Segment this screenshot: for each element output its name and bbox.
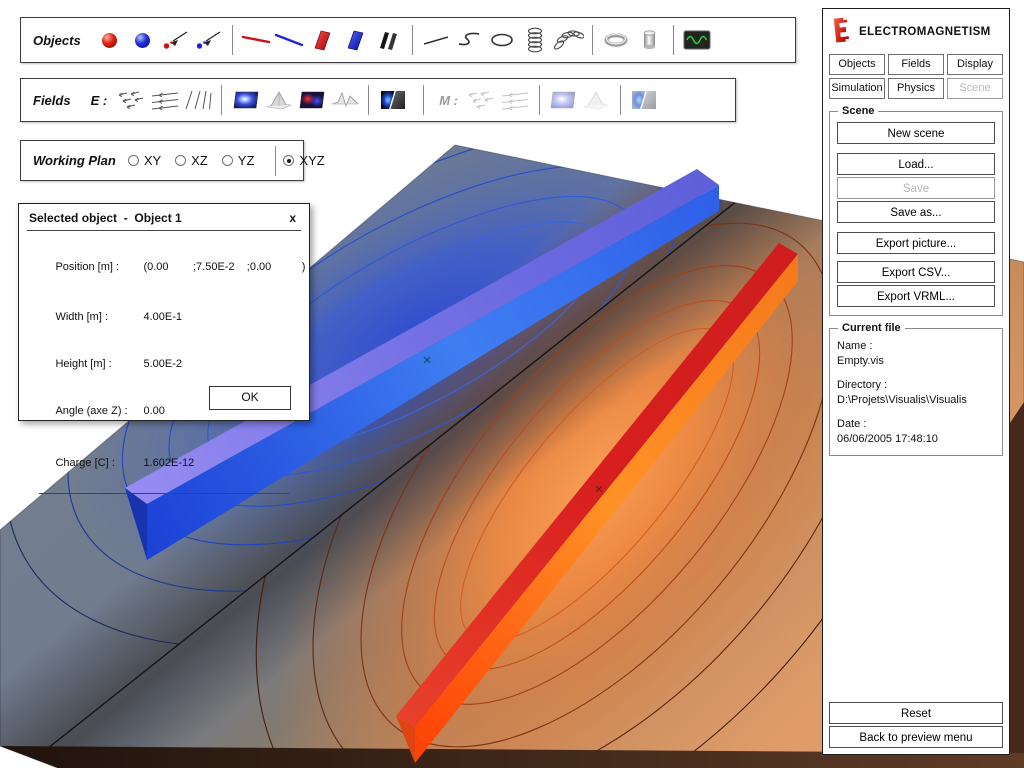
nav-simulation-button[interactable]: Simulation: [829, 78, 885, 99]
radio-xz-label: XZ: [191, 153, 208, 168]
cylinder-icon[interactable]: [633, 26, 666, 54]
export-picture-button[interactable]: Export picture...: [837, 232, 995, 254]
e-field-line-arrows-icon[interactable]: [148, 86, 181, 114]
scene-group-title: Scene: [838, 105, 878, 117]
m-potential-map-icon[interactable]: [547, 86, 580, 114]
m-field-line-arrows-icon[interactable]: [499, 86, 532, 114]
position-label: Position [m] :: [55, 261, 143, 273]
position-row: Position [m] :(0.00 ;7.50E-2 ;0.00 ): [31, 249, 297, 285]
app-title: ELECTROMAGNETISM: [859, 26, 991, 38]
working-plan-option-xz[interactable]: XZ: [175, 153, 208, 168]
height-value: 5.00E-2: [143, 358, 182, 370]
m-vector-arrows-icon[interactable]: [466, 86, 499, 114]
red-sphere-icon[interactable]: [93, 26, 126, 54]
e-field-label: E :: [83, 93, 116, 108]
angle-label: Angle (axe Z) :: [55, 405, 143, 417]
blue-sphere-icon[interactable]: [126, 26, 159, 54]
e-vector-arrows-icon[interactable]: [115, 86, 148, 114]
radio-xy-icon[interactable]: [128, 155, 139, 166]
file-name-label: Name :: [837, 339, 995, 354]
charge-label: Charge [C] :: [55, 457, 143, 469]
radio-xyz-icon[interactable]: [283, 155, 294, 166]
radio-xy-label: XY: [144, 153, 161, 168]
height-label: Height [m] :: [55, 358, 143, 370]
red-moving-charge-icon[interactable]: [159, 26, 192, 54]
curved-solenoid-icon[interactable]: [552, 26, 585, 54]
current-file-title: Current file: [838, 322, 905, 334]
nav-fields-button[interactable]: Fields: [888, 54, 944, 75]
charge-value: 1.602E-12: [143, 457, 194, 469]
dialog-title: Selected object - Object 1: [29, 211, 286, 225]
oscilloscope-icon[interactable]: [681, 26, 714, 54]
file-date-value: 06/06/2005 17:48:10: [837, 432, 995, 447]
angle-value: 0.00: [143, 405, 164, 417]
working-plan-bar: Working Plan XY XZ YZ XYZ: [20, 140, 304, 181]
sidebar-nav: Objects Fields Display Simulation Physic…: [823, 50, 1009, 99]
dialog-divider-bottom: [39, 493, 289, 494]
fields-toolbar: Fields E : M :: [20, 78, 736, 122]
radio-yz-icon[interactable]: [222, 155, 233, 166]
width-value: 4.00E-1: [143, 311, 182, 323]
working-plan-option-xy[interactable]: XY: [128, 153, 161, 168]
charge-row: Charge [C] :1.602E-12: [31, 445, 297, 481]
m-potential-surface-icon[interactable]: [580, 86, 613, 114]
load-button[interactable]: Load...: [837, 153, 995, 175]
e-mixed-view-icon[interactable]: [376, 86, 409, 114]
current-file-group: Current file Name : Empty.vis Directory …: [829, 328, 1003, 456]
objects-toolbar: Objects: [20, 17, 796, 63]
back-to-preview-menu-button[interactable]: Back to preview menu: [829, 726, 1003, 748]
ok-button[interactable]: OK: [209, 386, 291, 410]
nav-display-button[interactable]: Display: [947, 54, 1003, 75]
current-loop-icon[interactable]: [486, 26, 519, 54]
nav-scene-button: Scene: [947, 78, 1003, 99]
e-field-lines-icon[interactable]: [181, 86, 214, 114]
fields-toolbar-label: Fields: [21, 93, 83, 108]
nav-physics-button[interactable]: Physics: [888, 78, 944, 99]
objects-toolbar-label: Objects: [21, 33, 93, 48]
bent-wire-icon[interactable]: [453, 26, 486, 54]
save-button: Save: [837, 177, 995, 199]
radio-xz-icon[interactable]: [175, 155, 186, 166]
solenoid-icon[interactable]: [519, 26, 552, 54]
width-row: Width [m] :4.00E-1: [31, 299, 297, 335]
radio-yz-label: YZ: [238, 153, 255, 168]
red-plate-icon[interactable]: [306, 26, 339, 54]
m-field-label: M :: [431, 93, 466, 108]
position-value: (0.00 ;7.50E-2 ;0.00 ): [143, 261, 305, 273]
file-date-label: Date :: [837, 417, 995, 432]
blue-plate-icon[interactable]: [339, 26, 372, 54]
working-plan-option-yz[interactable]: YZ: [222, 153, 255, 168]
e-potential-surface-icon[interactable]: [262, 86, 295, 114]
selected-object-dialog: Selected object - Object 1 x Position [m…: [18, 203, 310, 421]
red-line-charge-icon[interactable]: [240, 26, 273, 54]
file-directory-value: D:\Projets\Visualis\Visualis: [837, 393, 995, 408]
export-csv-button[interactable]: Export CSV...: [837, 261, 995, 283]
export-vrml-button[interactable]: Export VRML...: [837, 285, 995, 307]
new-scene-button[interactable]: New scene: [837, 122, 995, 144]
blue-line-charge-icon[interactable]: [273, 26, 306, 54]
app-window: Objects: [0, 0, 1024, 768]
app-logo-icon: [831, 17, 851, 46]
width-label: Width [m] :: [55, 311, 143, 323]
ring-icon[interactable]: [600, 26, 633, 54]
capacitor-plates-icon[interactable]: [372, 26, 405, 54]
scene-group: Scene New scene Load... Save Save as... …: [829, 111, 1003, 316]
straight-wire-icon[interactable]: [420, 26, 453, 54]
file-directory-label: Directory :: [837, 378, 995, 393]
dialog-close-button[interactable]: x: [286, 211, 299, 225]
e-potential-map-bipolar-icon[interactable]: [295, 86, 328, 114]
control-sidebar: ELECTROMAGNETISM Objects Fields Display …: [822, 8, 1010, 755]
working-plan-option-xyz[interactable]: XYZ: [283, 153, 324, 168]
m-mixed-view-icon[interactable]: [628, 86, 661, 114]
working-plan-label: Working Plan: [21, 153, 128, 168]
reset-button[interactable]: Reset: [829, 702, 1003, 724]
blue-moving-charge-icon[interactable]: [192, 26, 225, 54]
nav-objects-button[interactable]: Objects: [829, 54, 885, 75]
file-name-value: Empty.vis: [837, 354, 995, 369]
e-potential-surface-bipolar-icon[interactable]: [328, 86, 361, 114]
save-as-button[interactable]: Save as...: [837, 201, 995, 223]
radio-xyz-label: XYZ: [299, 153, 324, 168]
e-potential-map-icon[interactable]: [229, 86, 262, 114]
height-row: Height [m] :5.00E-2: [31, 346, 297, 382]
